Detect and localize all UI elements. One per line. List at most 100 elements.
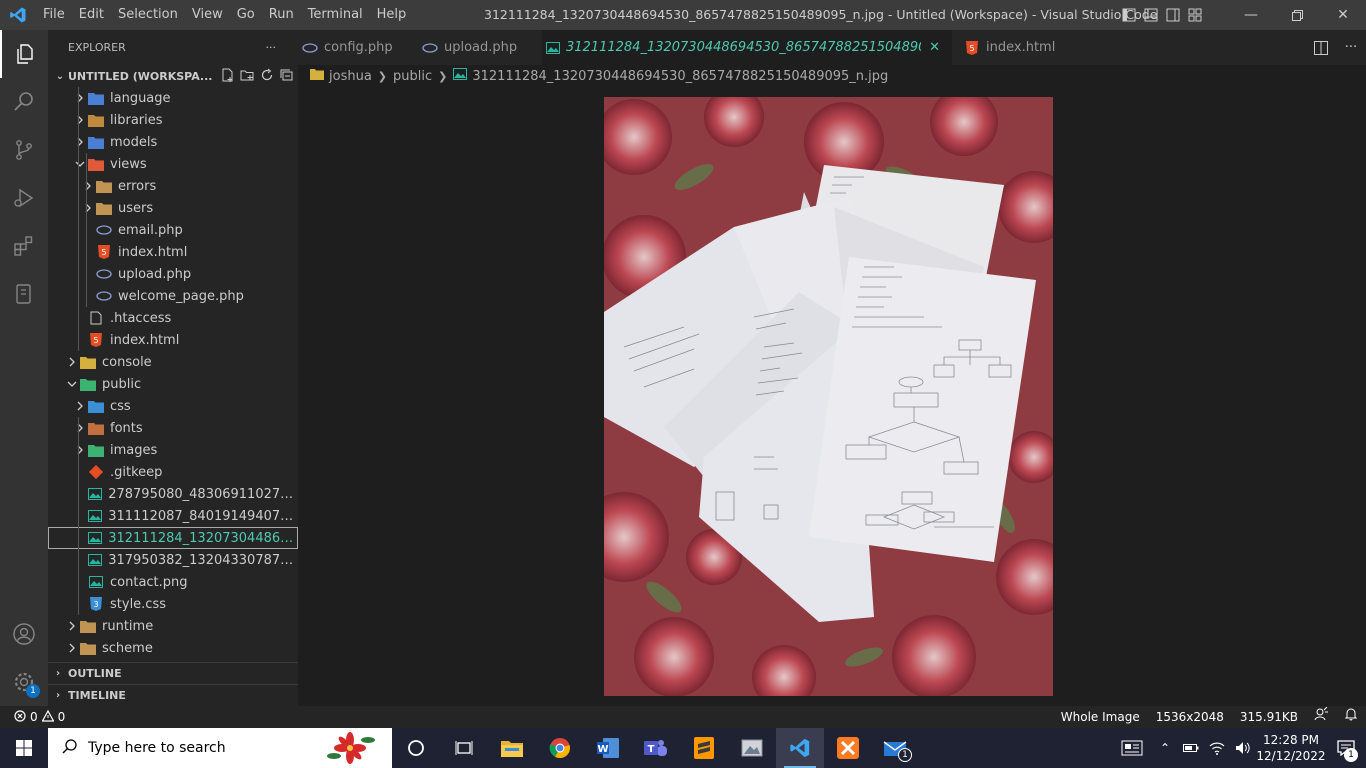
tab-upload-php[interactable]: upload.php — [418, 30, 542, 65]
tree-folder[interactable]: images — [48, 439, 298, 461]
menu-bar: File Edit Selection View Go Run Terminal… — [36, 0, 413, 30]
toggle-sidebar-icon[interactable] — [1118, 0, 1140, 30]
more-actions-icon[interactable]: ··· — [1336, 40, 1366, 55]
workspace-header[interactable]: ⌄ UNTITLED (WORKSPA... — [48, 65, 298, 87]
git-icon — [88, 464, 104, 480]
windows-start-icon[interactable] — [0, 728, 48, 768]
xampp-icon[interactable] — [824, 728, 872, 768]
tree-folder[interactable]: scheme — [48, 637, 298, 659]
restore-button[interactable] — [1274, 0, 1320, 30]
breadcrumb-item[interactable]: public — [393, 69, 432, 84]
breadcrumb: joshua ❯ public ❯ 312111284_132073044869… — [298, 65, 1366, 87]
menu-help[interactable]: Help — [370, 0, 414, 30]
taskbar-news-icon[interactable] — [1112, 728, 1152, 768]
mail-icon[interactable]: 1 — [872, 728, 920, 768]
photos-viewer-icon[interactable] — [728, 728, 776, 768]
breadcrumb-item[interactable]: 312111284_1320730448694530_8657478825150… — [472, 69, 888, 84]
battery-icon[interactable] — [1178, 728, 1204, 768]
explorer-sidebar: EXPLORER ··· ⌄ UNTITLED (WORKSPA... lang… — [48, 30, 298, 706]
close-tab-icon[interactable]: ✕ — [929, 40, 940, 55]
file-explorer-icon[interactable] — [488, 728, 536, 768]
menu-selection[interactable]: Selection — [111, 0, 185, 30]
tree-folder[interactable]: console — [48, 351, 298, 373]
run-debug-icon[interactable] — [0, 174, 48, 222]
tab-label: upload.php — [444, 40, 518, 55]
tree-folder[interactable]: models — [48, 131, 298, 153]
wifi-icon[interactable] — [1204, 728, 1230, 768]
tree-file[interactable]: 311112087_8401914940743... — [48, 505, 298, 527]
file-icon — [88, 310, 104, 326]
menu-view[interactable]: View — [185, 0, 230, 30]
more-actions-icon[interactable]: ··· — [266, 30, 277, 65]
tree-folder[interactable]: libraries — [48, 109, 298, 131]
tree-file[interactable]: 5 index.html — [48, 329, 298, 351]
zoom-status[interactable]: Whole Image — [1053, 706, 1148, 728]
tree-file[interactable]: 312111284_1320730448694... — [48, 527, 298, 549]
new-file-icon[interactable] — [220, 68, 234, 85]
remote-explorer-icon[interactable] — [0, 270, 48, 318]
word-icon[interactable]: W — [584, 728, 632, 768]
tree-item-label: style.css — [110, 596, 166, 612]
toggle-secondary-sidebar-icon[interactable] — [1162, 0, 1184, 30]
tree-file[interactable]: .gitkeep — [48, 461, 298, 483]
tree-file[interactable]: .htaccess — [48, 307, 298, 329]
tree-folder[interactable]: css — [48, 395, 298, 417]
breadcrumb-item[interactable]: joshua — [329, 69, 372, 84]
customize-layout-icon[interactable] — [1184, 0, 1206, 30]
tree-folder[interactable]: fonts — [48, 417, 298, 439]
refresh-icon[interactable] — [260, 68, 274, 85]
tree-folder[interactable]: runtime — [48, 615, 298, 637]
toggle-panel-icon[interactable] — [1140, 0, 1162, 30]
accounts-icon[interactable] — [0, 610, 48, 658]
folder-libraries-icon — [88, 112, 104, 128]
title-bar: File Edit Selection View Go Run Terminal… — [0, 0, 1366, 30]
tree-folder[interactable]: public — [48, 373, 298, 395]
sublime-text-icon[interactable] — [680, 728, 728, 768]
system-clock[interactable]: 12:28 PM 12/12/2022 — [1256, 732, 1326, 764]
tree-file[interactable]: 3 style.css — [48, 593, 298, 615]
tree-item-label: runtime — [102, 618, 154, 634]
folder-images-icon — [88, 442, 104, 458]
volume-icon[interactable] — [1230, 728, 1256, 768]
close-window-button[interactable]: ✕ — [1320, 0, 1366, 30]
tree-folder[interactable]: language — [48, 87, 298, 109]
notifications-bell-icon[interactable] — [1336, 706, 1366, 728]
chevron-right-icon — [72, 395, 88, 417]
collapse-all-icon[interactable] — [280, 68, 294, 85]
vscode-taskbar-icon[interactable] — [776, 728, 824, 768]
chevron-right-icon — [72, 439, 88, 461]
menu-go[interactable]: Go — [230, 0, 262, 30]
manage-gear-icon[interactable]: 1 — [0, 658, 48, 706]
explorer-icon[interactable] — [0, 30, 48, 78]
teams-icon[interactable]: T — [632, 728, 680, 768]
action-center-icon[interactable]: 1 — [1326, 728, 1366, 768]
cortana-icon[interactable] — [392, 728, 440, 768]
menu-terminal[interactable]: Terminal — [301, 0, 370, 30]
tree-file[interactable]: 317950382_1320433078768... — [48, 549, 298, 571]
tree-file[interactable]: 278795080_4830691102789... — [48, 483, 298, 505]
timeline-section[interactable]: › TIMELINE — [48, 684, 298, 706]
task-view-icon[interactable] — [440, 728, 488, 768]
menu-edit[interactable]: Edit — [72, 0, 111, 30]
taskbar-search-box[interactable]: Type here to search — [48, 728, 392, 768]
search-icon[interactable] — [0, 78, 48, 126]
source-control-icon[interactable] — [0, 126, 48, 174]
menu-file[interactable]: File — [36, 0, 72, 30]
menu-run[interactable]: Run — [262, 0, 301, 30]
split-editor-icon[interactable] — [1306, 40, 1336, 55]
tab-index-html[interactable]: 5 index.html — [952, 30, 1067, 65]
minimize-button[interactable]: — — [1228, 0, 1274, 30]
extensions-icon[interactable] — [0, 222, 48, 270]
show-hidden-icons-chevron-up-icon[interactable]: ⌃ — [1152, 728, 1178, 768]
outline-section[interactable]: › OUTLINE — [48, 662, 298, 684]
css-file-icon: 3 — [88, 596, 104, 612]
chrome-icon[interactable] — [536, 728, 584, 768]
tab-image-active[interactable]: 312111284_1320730448694530_8657478825150… — [542, 30, 952, 65]
chevron-right-icon — [64, 351, 80, 373]
new-folder-icon[interactable] — [240, 68, 254, 85]
tab-config-php[interactable]: config.php — [298, 30, 418, 65]
tree-file[interactable]: contact.png — [48, 571, 298, 593]
problems-indicator[interactable]: 0 0 — [0, 709, 65, 725]
feedback-icon[interactable] — [1306, 706, 1336, 728]
chevron-right-icon — [72, 417, 88, 439]
